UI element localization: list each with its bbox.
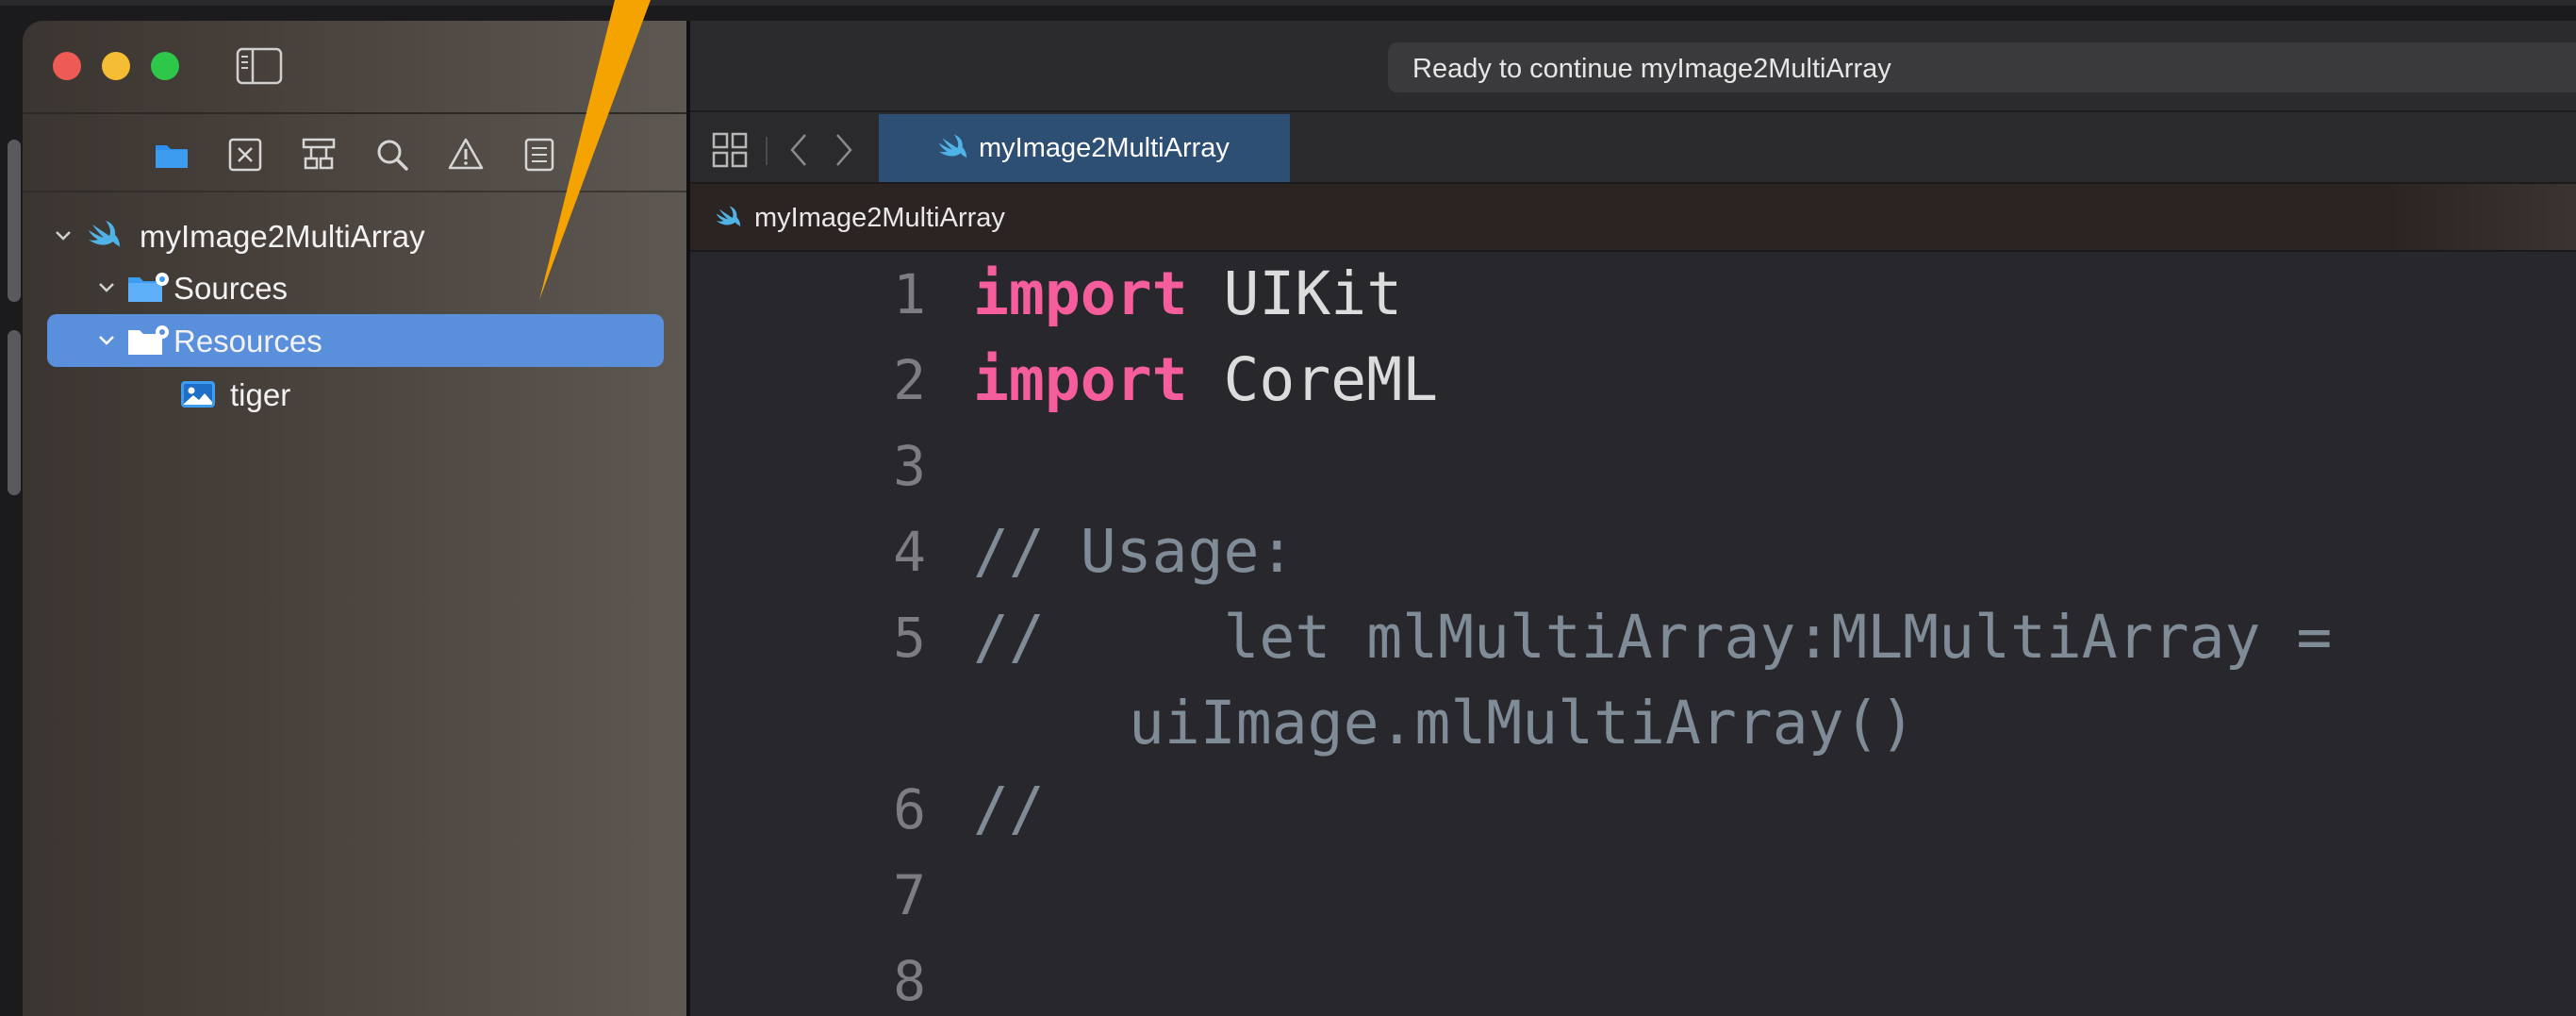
hierarchy-icon [302, 138, 336, 170]
code-line: 2 import CoreML [690, 338, 2576, 423]
line-number: 6 [893, 777, 926, 841]
sidebar-icon [236, 47, 283, 85]
activity-status-field[interactable]: Ready to continue myImage2MultiArray [1388, 42, 2576, 92]
code-line: 6 // [690, 767, 2576, 852]
desktop-background [0, 0, 2576, 6]
jump-bar: myImage2MultiArray [690, 184, 2576, 252]
sidebar-toggle-button[interactable] [236, 47, 283, 85]
tree-item-resources[interactable]: Resources [47, 314, 664, 367]
comment: // [973, 774, 1045, 843]
grid-icon [712, 132, 748, 168]
chevron-left-icon [790, 134, 806, 166]
code-line: 7 [690, 853, 2576, 938]
comment: // Usage: [973, 517, 1296, 586]
source-editor[interactable]: 1 import UIKit 2 import CoreML 3 4 // Us… [690, 252, 2576, 1016]
tree-item-tiger[interactable]: tiger [47, 368, 664, 421]
chevron-right-icon [836, 134, 852, 166]
comment-continuation: uiImage.mlMultiArray() [1129, 689, 1916, 758]
divider [766, 137, 768, 165]
tree-item-label: myImage2MultiArray [140, 219, 425, 254]
tab-label: myImage2MultiArray [979, 133, 1230, 163]
editor-tab-bar: myImage2MultiArray [690, 114, 2576, 184]
keyword: import [973, 259, 1188, 328]
code-line: 5 // let mlMultiArray:MLMultiArray = [690, 595, 2576, 680]
tree-item-label: Resources [173, 324, 322, 358]
chevron-down-icon[interactable] [96, 277, 117, 298]
xcode-window: myImage2MultiArray Sources Resources tig… [23, 21, 2576, 1016]
back-button[interactable] [784, 131, 813, 169]
folder-gear-icon [128, 325, 169, 355]
code-line: 8 [690, 939, 2576, 1016]
list-icon [524, 138, 554, 172]
line-number: 2 [893, 348, 926, 412]
background-window-edge [8, 140, 21, 302]
navigator-sidebar: myImage2MultiArray Sources Resources tig… [23, 21, 690, 1016]
code-line: 1 import UIKit [690, 252, 2576, 337]
code-line: 3 [690, 424, 2576, 508]
tab-find-navigator[interactable] [372, 134, 413, 175]
code-line: 4 // Usage: [690, 509, 2576, 594]
code-line-wrapped: uiImage.mlMultiArray() [690, 681, 2576, 766]
divider [23, 112, 686, 114]
window-minimize-button[interactable] [102, 52, 130, 80]
tab-project-navigator[interactable] [151, 134, 192, 175]
divider [23, 191, 686, 192]
tab-issue-navigator[interactable] [224, 134, 266, 175]
tree-item-label: Sources [173, 271, 289, 306]
line-number: 7 [893, 863, 926, 927]
chevron-down-icon[interactable] [53, 225, 74, 246]
code-text: import UIKit [973, 252, 1402, 337]
line-number: 4 [893, 520, 926, 584]
image-icon [181, 381, 215, 408]
editor-area: Ready to continue myImage2MultiArray myI… [690, 21, 2576, 1016]
tab-warning-navigator[interactable] [445, 134, 487, 175]
chevron-down-icon[interactable] [96, 330, 117, 351]
comment: // let mlMultiArray:MLMultiArray = [973, 603, 2333, 672]
folder-icon [156, 145, 188, 168]
tree-item-sources[interactable]: Sources [47, 261, 664, 314]
tab-myimage2multiarray[interactable]: myImage2MultiArray [879, 114, 1290, 182]
warning-icon [448, 138, 484, 170]
related-items-button[interactable] [711, 131, 749, 169]
breadcrumb[interactable]: myImage2MultiArray [754, 203, 1005, 234]
x-box-icon [228, 138, 262, 172]
identifier: UIKit [1187, 259, 1403, 328]
window-close-button[interactable] [53, 52, 81, 80]
code-text: import CoreML [973, 338, 1438, 423]
search-icon [377, 140, 408, 171]
tab-report-navigator[interactable] [519, 134, 560, 175]
swift-icon [938, 134, 967, 158]
swift-icon [716, 206, 741, 227]
forward-button[interactable] [830, 131, 858, 169]
activity-status-text: Ready to continue myImage2MultiArray [1412, 54, 1891, 84]
line-number: 3 [893, 434, 926, 498]
line-number: 1 [893, 262, 926, 326]
window-zoom-button[interactable] [151, 52, 179, 80]
folder-gear-icon [128, 273, 169, 302]
swift-icon [89, 221, 120, 247]
line-number: 8 [893, 949, 926, 1013]
tab-hierarchy-navigator[interactable] [298, 134, 339, 175]
identifier: CoreML [1187, 345, 1439, 414]
line-number: 5 [893, 606, 926, 670]
keyword: import [973, 345, 1188, 414]
tree-item-label: tiger [230, 377, 291, 412]
background-window-edge [8, 330, 21, 495]
window-toolbar: Ready to continue myImage2MultiArray [690, 21, 2576, 112]
tree-item-project[interactable]: myImage2MultiArray [47, 209, 664, 262]
